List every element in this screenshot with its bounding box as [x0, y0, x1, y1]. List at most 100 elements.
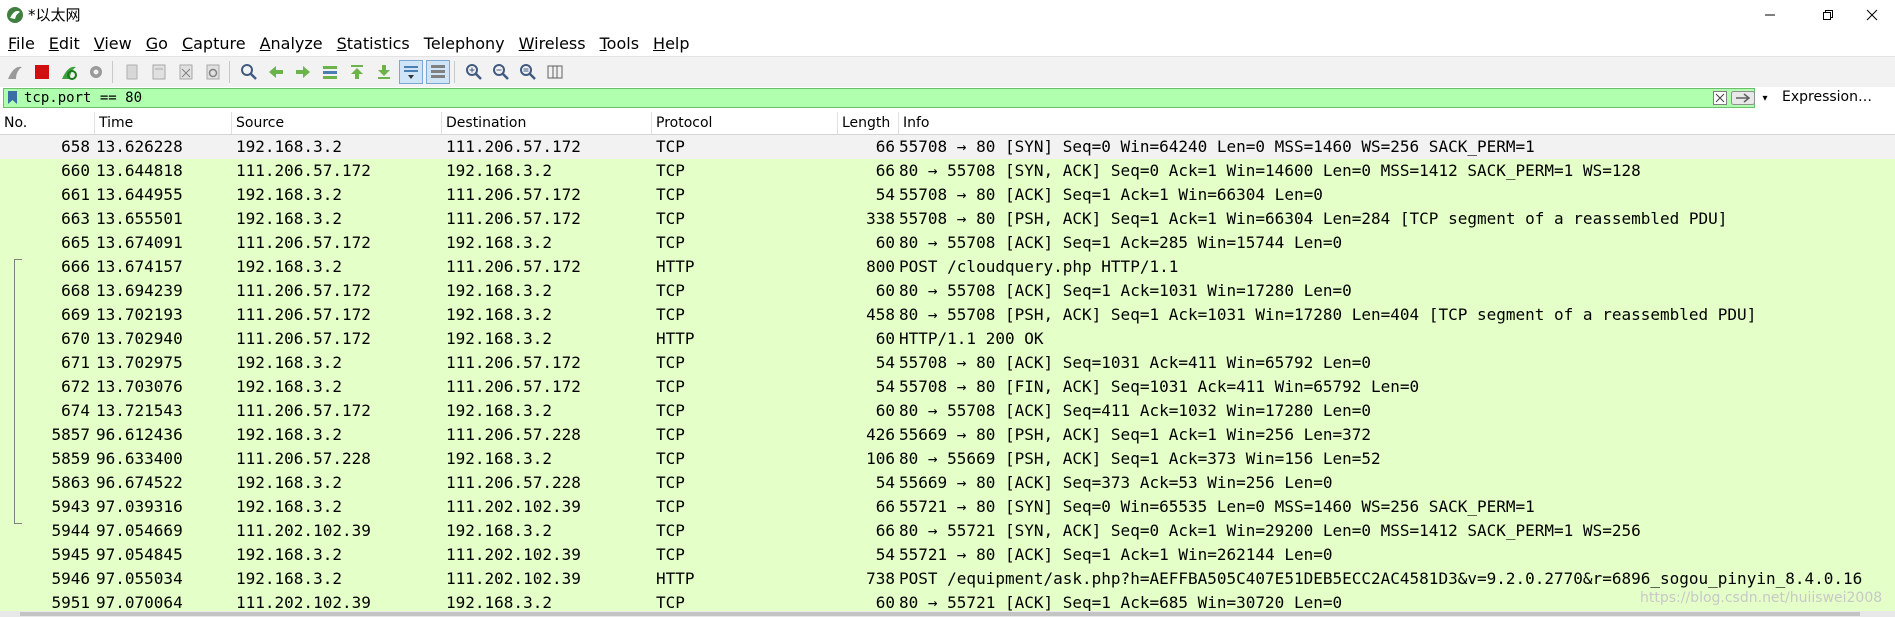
- bookmark-icon[interactable]: [7, 91, 18, 105]
- open-file-button[interactable]: [120, 60, 144, 84]
- packet-protocol: TCP: [656, 233, 685, 252]
- clear-filter-icon[interactable]: [1713, 91, 1727, 105]
- close-file-icon: [179, 64, 193, 80]
- packet-row[interactable]: 5944 97.054669 111.202.102.39 192.168.3.2 TC…: [0, 519, 1895, 543]
- packet-row[interactable]: 666 13.674157 192.168.3.2 111.206.57.172 HTT…: [0, 255, 1895, 279]
- column-header-length[interactable]: Length: [838, 112, 899, 134]
- restart-capture-button[interactable]: [57, 60, 81, 84]
- packet-row[interactable]: 672 13.703076 192.168.3.2 111.206.57.172 TCP…: [0, 375, 1895, 399]
- packet-protocol: TCP: [656, 137, 685, 156]
- packet-destination: 192.168.3.2: [446, 161, 552, 180]
- packet-row[interactable]: 658 13.626228 192.168.3.2 111.206.57.172 TCP…: [0, 135, 1895, 159]
- column-header-protocol[interactable]: Protocol: [652, 112, 838, 134]
- close-button[interactable]: [1849, 0, 1895, 30]
- packet-number: 665: [61, 233, 90, 252]
- packet-row[interactable]: 665 13.674091 111.206.57.172 192.168.3.2 TCP…: [0, 231, 1895, 255]
- packet-row[interactable]: 670 13.702940 111.206.57.172 192.168.3.2 HTT…: [0, 327, 1895, 351]
- packet-source: 111.206.57.172: [236, 281, 371, 300]
- minimize-button[interactable]: [1747, 0, 1793, 30]
- column-header-no[interactable]: No.: [0, 112, 95, 134]
- reload-file-button[interactable]: [201, 60, 225, 84]
- packet-length: 66: [875, 497, 895, 516]
- menu-statistics[interactable]: Statistics: [330, 34, 417, 53]
- open-file-icon: [126, 64, 138, 80]
- packet-row[interactable]: 663 13.655501 192.168.3.2 111.206.57.172 TCP…: [0, 207, 1895, 231]
- menu-wireless[interactable]: Wireless: [512, 34, 593, 53]
- go-to-packet-button[interactable]: [318, 60, 342, 84]
- packet-row[interactable]: 661 13.644955 192.168.3.2 111.206.57.172 TCP…: [0, 183, 1895, 207]
- packet-row[interactable]: 5859 96.633400 111.206.57.228 192.168.3.2 TC…: [0, 447, 1895, 471]
- packet-info: 55708 → 80 [FIN, ACK] Seq=1031 Ack=411 W…: [899, 377, 1420, 396]
- start-capture-button[interactable]: [3, 60, 27, 84]
- expression-button[interactable]: Expression…: [1782, 89, 1872, 105]
- menu-analyze[interactable]: Analyze: [253, 34, 330, 53]
- menu-go[interactable]: Go: [139, 34, 175, 53]
- maximize-button[interactable]: [1805, 0, 1851, 30]
- colorize-button[interactable]: [426, 60, 450, 84]
- packet-row[interactable]: 5943 97.039316 192.168.3.2 111.202.102.39 TC…: [0, 495, 1895, 519]
- zoom-in-button[interactable]: [462, 60, 486, 84]
- scrollbar-thumb[interactable]: [20, 612, 1860, 616]
- display-filter-input[interactable]: [24, 89, 1704, 107]
- packet-row[interactable]: 5863 96.674522 192.168.3.2 111.206.57.228 TC…: [0, 471, 1895, 495]
- watermark: https://blog.csdn.net/huiiswei2008: [1640, 590, 1883, 606]
- menu-file[interactable]: File: [0, 34, 42, 53]
- filter-history-dropdown[interactable]: ▾: [1755, 88, 1775, 108]
- packet-info: 55721 → 80 [ACK] Seq=1 Ack=1 Win=262144 …: [899, 545, 1333, 564]
- go-forward-button[interactable]: [291, 60, 315, 84]
- packet-row[interactable]: 5946 97.055034 192.168.3.2 111.202.102.39 HT…: [0, 567, 1895, 591]
- column-header-time[interactable]: Time: [95, 112, 232, 134]
- column-header-info[interactable]: Info: [899, 112, 1895, 134]
- gear-icon: [90, 66, 102, 78]
- column-header-source[interactable]: Source: [232, 112, 442, 134]
- menu-help[interactable]: Help: [646, 34, 696, 53]
- packet-row[interactable]: 671 13.702975 192.168.3.2 111.206.57.172 TCP…: [0, 351, 1895, 375]
- packet-row[interactable]: 660 13.644818 111.206.57.172 192.168.3.2 TCP…: [0, 159, 1895, 183]
- packet-number: 660: [61, 161, 90, 180]
- packet-destination: 192.168.3.2: [446, 449, 552, 468]
- normal-size-button[interactable]: [516, 60, 540, 84]
- menu-capture[interactable]: Capture: [175, 34, 253, 53]
- column-header-destination[interactable]: Destination: [442, 112, 652, 134]
- packet-row[interactable]: 674 13.721543 111.206.57.172 192.168.3.2 TCP…: [0, 399, 1895, 423]
- first-packet-button[interactable]: [345, 60, 369, 84]
- packet-source: 192.168.3.2: [236, 185, 342, 204]
- menu-edit[interactable]: Edit: [42, 34, 87, 53]
- autoscroll-button[interactable]: [399, 60, 423, 84]
- zoom-out-button[interactable]: [489, 60, 513, 84]
- packet-destination: 192.168.3.2: [446, 521, 552, 540]
- find-packet-button[interactable]: [237, 60, 261, 84]
- packet-time: 13.655501: [96, 209, 183, 228]
- zoom-out-icon: [493, 64, 509, 80]
- window-title: *以太网: [28, 6, 81, 24]
- packet-info: 55708 → 80 [ACK] Seq=1 Ack=1 Win=66304 L…: [899, 185, 1323, 204]
- capture-options-button[interactable]: [84, 60, 108, 84]
- menu-view[interactable]: View: [87, 34, 139, 53]
- packet-length: 54: [875, 545, 895, 564]
- go-back-button[interactable]: [264, 60, 288, 84]
- last-packet-button[interactable]: [372, 60, 396, 84]
- packet-row[interactable]: 669 13.702193 111.206.57.172 192.168.3.2 TCP…: [0, 303, 1895, 327]
- packet-length: 60: [875, 281, 895, 300]
- stop-capture-button[interactable]: [30, 60, 54, 84]
- horizontal-scrollbar[interactable]: [0, 611, 1895, 617]
- save-file-button[interactable]: [147, 60, 171, 84]
- packet-time: 97.054845: [96, 545, 183, 564]
- apply-filter-arrow-icon[interactable]: [1731, 91, 1755, 105]
- display-filter-box: [3, 88, 1755, 108]
- packet-info: 80 → 55669 [PSH, ACK] Seq=1 Ack=373 Win=…: [899, 449, 1381, 468]
- close-file-button[interactable]: [174, 60, 198, 84]
- resize-columns-button[interactable]: [543, 60, 567, 84]
- packet-destination: 192.168.3.2: [446, 281, 552, 300]
- packet-protocol: HTTP: [656, 257, 695, 276]
- toolbar-separator: [229, 61, 230, 83]
- packet-row[interactable]: 668 13.694239 111.206.57.172 192.168.3.2 TCP…: [0, 279, 1895, 303]
- title-bar: *以太网: [0, 0, 1895, 30]
- menu-telephony[interactable]: Telephony: [417, 34, 512, 53]
- packet-row[interactable]: 5857 96.612436 192.168.3.2 111.206.57.228 TC…: [0, 423, 1895, 447]
- packet-time: 13.703076: [96, 377, 183, 396]
- packet-row[interactable]: 5945 97.054845 192.168.3.2 111.202.102.39 TC…: [0, 543, 1895, 567]
- packet-source: 111.206.57.172: [236, 233, 371, 252]
- packet-list[interactable]: No. Time Source Destination Protocol Len…: [0, 112, 1895, 617]
- menu-tools[interactable]: Tools: [593, 34, 646, 53]
